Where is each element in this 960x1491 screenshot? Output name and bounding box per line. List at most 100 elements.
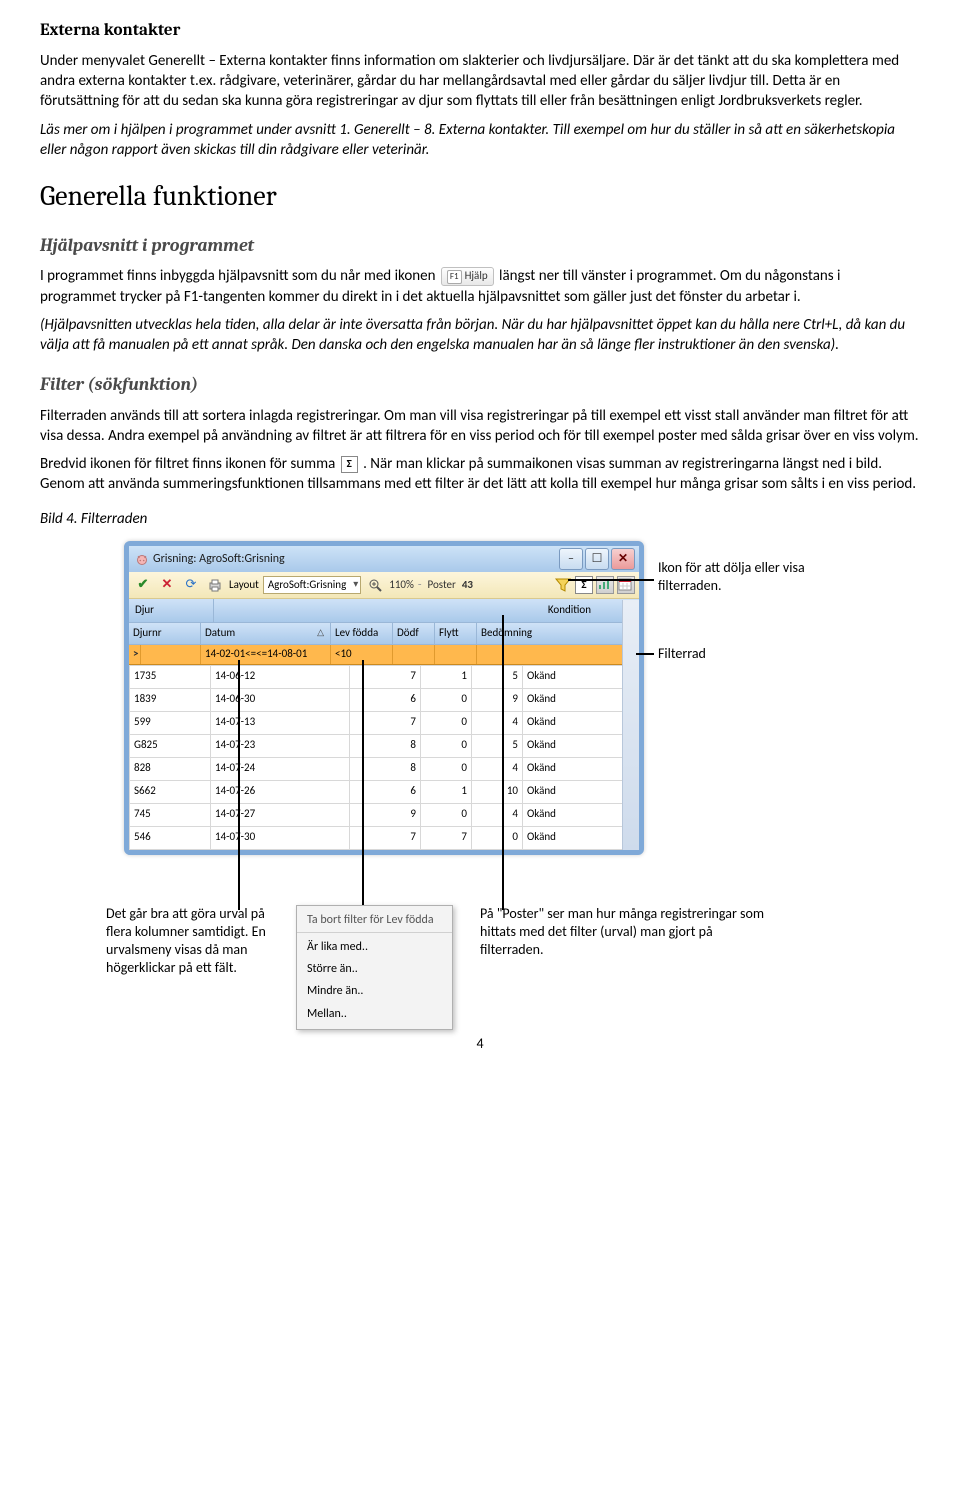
table-row[interactable]: G82514-07-23805Okänd <box>130 734 639 757</box>
cell-datum[interactable]: 14-06-30 <box>211 688 350 711</box>
group-djur[interactable]: Djur <box>129 599 214 622</box>
context-menu-item[interactable]: Större än.. <box>297 958 452 980</box>
cell-flytt[interactable]: 5 <box>472 734 523 757</box>
cell-djurnr[interactable]: 546 <box>130 826 211 849</box>
annotation-multicolumn: Det går bra att göra urval på flera kolu… <box>106 905 281 978</box>
cell-datum[interactable]: 14-07-13 <box>211 711 350 734</box>
cell-lev[interactable]: 6 <box>350 780 421 803</box>
para-hjalp-note: (Hjälpavsnitten utvecklas hela tiden, al… <box>40 315 920 356</box>
cell-dodf[interactable]: 0 <box>421 757 472 780</box>
col-lev-fodda[interactable]: Lev födda <box>331 623 393 644</box>
col-flytt[interactable]: Flytt <box>435 623 477 644</box>
cell-lev[interactable]: 9 <box>350 803 421 826</box>
cell-flytt[interactable]: 5 <box>472 665 523 688</box>
maximize-button[interactable]: ☐ <box>585 548 609 570</box>
cell-datum[interactable]: 14-07-26 <box>211 780 350 803</box>
para-hjalp: I programmet finns inbyggda hjälpavsnitt… <box>40 266 920 307</box>
sigma-icon[interactable]: Σ <box>341 456 358 473</box>
table-row[interactable]: 59914-07-13704Okänd <box>130 711 639 734</box>
layout-selector[interactable]: AgroSoft:Grisning <box>263 576 361 595</box>
filter-dodf[interactable] <box>393 645 435 664</box>
cell-djurnr[interactable]: 1839 <box>130 688 211 711</box>
cell-djurnr[interactable]: 1735 <box>130 665 211 688</box>
para-filter-2a: Bredvid ikonen för filtret finns ikonen … <box>40 455 339 473</box>
cell-lev[interactable]: 7 <box>350 711 421 734</box>
annotation-funnel: Ikon för att dölja eller visa filterrade… <box>658 559 838 595</box>
annot-line <box>502 615 504 820</box>
table-row[interactable]: 74514-07-27904Okänd <box>130 803 639 826</box>
cell-lev[interactable]: 7 <box>350 826 421 849</box>
column-header-row: Djurnr Datum△ Lev födda Dödf Flytt Bedöm… <box>129 623 639 645</box>
window-titlebar: Grisning: AgroSoft:Grisning – ☐ ✕ <box>129 546 639 572</box>
cell-flytt[interactable]: 9 <box>472 688 523 711</box>
para-externa-2: Läs mer om i hjälpen i programmet under … <box>40 120 920 161</box>
cell-datum[interactable]: 14-07-30 <box>211 826 350 849</box>
context-menu-title[interactable]: Ta bort filter för Lev födda <box>297 910 452 933</box>
filter-flytt[interactable] <box>435 645 477 664</box>
table-row[interactable]: 54614-07-30770Okänd <box>130 826 639 849</box>
context-menu-item[interactable]: Är lika med.. <box>297 936 452 958</box>
refresh-icon[interactable]: ⟳ <box>181 575 201 595</box>
heading-externa-kontakter: Externa kontakter <box>40 20 920 43</box>
cell-djurnr[interactable]: S662 <box>130 780 211 803</box>
scrollbar[interactable] <box>622 600 639 850</box>
help-button-label: Hjälp <box>465 269 488 282</box>
window-title: Grisning: AgroSoft:Grisning <box>153 551 285 567</box>
annot-line <box>502 820 504 910</box>
zoom-in-icon[interactable] <box>365 575 385 595</box>
cell-flytt[interactable]: 4 <box>472 757 523 780</box>
filter-djurnr[interactable] <box>141 645 201 664</box>
cell-dodf[interactable]: 0 <box>421 803 472 826</box>
cell-flytt[interactable]: 0 <box>472 826 523 849</box>
figure-caption: Bild 4. Filterraden <box>40 509 920 529</box>
table-row[interactable]: 82814-07-24804Okänd <box>130 757 639 780</box>
group-kondition[interactable]: Kondition <box>214 599 639 622</box>
cell-djurnr[interactable]: 828 <box>130 757 211 780</box>
app-icon <box>135 552 149 566</box>
filter-datum[interactable]: 14-02-01<=<=14-08-01 <box>201 645 331 664</box>
cell-dodf[interactable]: 1 <box>421 780 472 803</box>
cell-datum[interactable]: 14-07-23 <box>211 734 350 757</box>
cell-djurnr[interactable]: 745 <box>130 803 211 826</box>
cell-flytt[interactable]: 4 <box>472 711 523 734</box>
cell-flytt[interactable]: 10 <box>472 780 523 803</box>
annot-line <box>362 660 364 910</box>
cell-lev[interactable]: 8 <box>350 734 421 757</box>
app-window: Grisning: AgroSoft:Grisning – ☐ ✕ ✔ ✕ ⟳ … <box>124 541 644 855</box>
filter-indicator: > <box>129 645 141 664</box>
col-datum[interactable]: Datum△ <box>201 623 331 644</box>
cell-lev[interactable]: 7 <box>350 665 421 688</box>
cell-dodf[interactable]: 0 <box>421 734 472 757</box>
print-icon[interactable] <box>205 575 225 595</box>
annotation-poster: På "Poster" ser man hur många registreri… <box>480 905 770 960</box>
cell-lev[interactable]: 8 <box>350 757 421 780</box>
heading-hjalpavsnitt: Hjälpavsnitt i programmet <box>40 234 920 258</box>
cell-djurnr[interactable]: 599 <box>130 711 211 734</box>
table-row[interactable]: S66214-07-266110Okänd <box>130 780 639 803</box>
confirm-icon[interactable]: ✔ <box>133 575 153 595</box>
cell-dodf[interactable]: 1 <box>421 665 472 688</box>
cell-flytt[interactable]: 4 <box>472 803 523 826</box>
cell-djurnr[interactable]: G825 <box>130 734 211 757</box>
help-button-icon[interactable]: F1Hjälp <box>441 267 494 286</box>
table-row[interactable]: 173514-06-12715Okänd <box>130 665 639 688</box>
col-datum-label: Datum <box>205 626 235 639</box>
cell-datum[interactable]: 14-06-12 <box>211 665 350 688</box>
toolbar: ✔ ✕ ⟳ Layout AgroSoft:Grisning 110% - Po… <box>129 572 639 599</box>
context-menu-item[interactable]: Mellan.. <box>297 1003 452 1025</box>
cell-dodf[interactable]: 7 <box>421 826 472 849</box>
cell-dodf[interactable]: 0 <box>421 711 472 734</box>
cell-dodf[interactable]: 0 <box>421 688 472 711</box>
table-row[interactable]: 183914-06-30609Okänd <box>130 688 639 711</box>
cell-datum[interactable]: 14-07-24 <box>211 757 350 780</box>
minimize-button[interactable]: – <box>559 548 583 570</box>
para-filter-2: Bredvid ikonen för filtret finns ikonen … <box>40 454 920 495</box>
annot-line <box>238 660 240 910</box>
context-menu-item[interactable]: Mindre än.. <box>297 980 452 1002</box>
col-dodf[interactable]: Dödf <box>393 623 435 644</box>
cell-lev[interactable]: 6 <box>350 688 421 711</box>
cancel-icon[interactable]: ✕ <box>157 575 177 595</box>
col-djurnr[interactable]: Djurnr <box>129 623 201 644</box>
cell-datum[interactable]: 14-07-27 <box>211 803 350 826</box>
close-button[interactable]: ✕ <box>611 548 635 570</box>
